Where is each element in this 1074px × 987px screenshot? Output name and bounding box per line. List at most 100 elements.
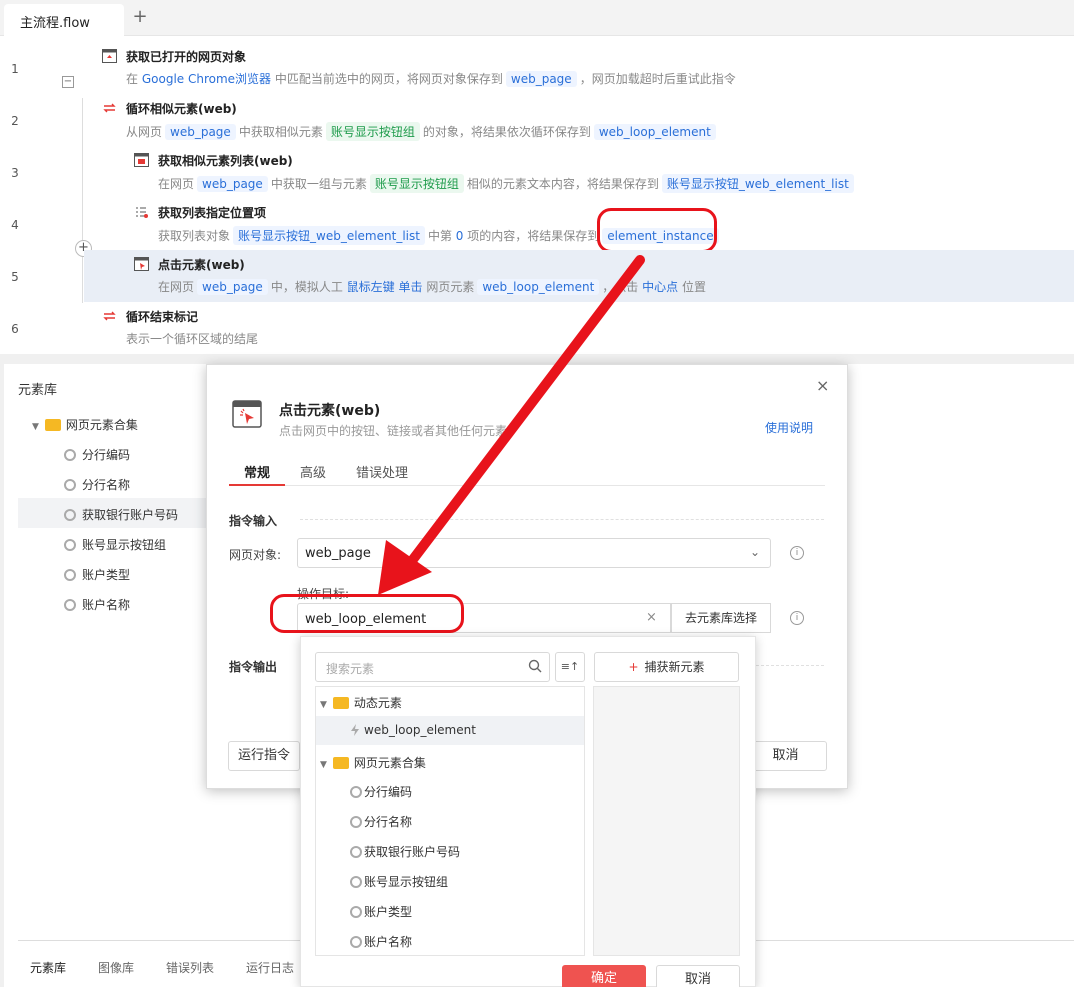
input-section-title: 指令输入 [229, 514, 278, 528]
step-desc: 在 Google Chrome浏览器 中匹配当前选中的网页，将网页对象保存到 we… [126, 71, 736, 87]
expand-icon: ▼ [320, 700, 327, 710]
web-object-label: 网页对象: [229, 548, 282, 562]
tab-main-flow[interactable]: 主流程.flow [4, 4, 124, 36]
add-tab-button[interactable]: + [130, 6, 150, 28]
tab-advanced[interactable]: 高级 [300, 462, 326, 481]
tree-item[interactable]: 账号显示按钮组 [64, 536, 166, 553]
element-icon [350, 876, 362, 888]
line-number: 3 [11, 166, 19, 180]
tab-error-list[interactable]: 错误列表 [166, 959, 214, 976]
tree-item[interactable]: 分行编码 [64, 446, 130, 463]
web-object-select[interactable]: web_page ⌄ [297, 538, 771, 568]
click-element-icon [232, 400, 262, 428]
tree-folder-dynamic[interactable]: ▼ 动态元素 [320, 694, 402, 711]
tree-item[interactable]: 分行名称 [350, 813, 412, 830]
click-element-icon [134, 257, 149, 271]
pick-from-library-button[interactable]: 去元素库选择 [671, 603, 771, 633]
tab-element-library[interactable]: 元素库 [30, 959, 66, 976]
tab-general[interactable]: 常规 [244, 462, 270, 481]
tree-folder-web-elements[interactable]: ▼ 网页元素合集 [32, 416, 138, 433]
element-icon [64, 479, 76, 491]
element-icon [350, 816, 362, 828]
dialog-subtitle: 点击网页中的按钮、链接或者其他任何元素 [279, 424, 508, 438]
tab-divider [229, 485, 825, 486]
flow-step-click-element[interactable]: 点击元素(web) 在网页 web_page 中，模拟人工 鼠标左键 单击 网页元素… [130, 248, 1010, 300]
step-title: 点击元素(web) [158, 258, 245, 272]
folder-icon [44, 419, 61, 431]
flow-step-loop-end[interactable]: 循环结束标记 表示一个循环区域的结尾 [98, 300, 998, 352]
list-icon [136, 207, 148, 218]
flow-step-loop-similar[interactable]: 循环相似元素(web) 从网页 web_page 中获取相似元素 账号显示按钮组 的对象… [98, 92, 998, 144]
line-number: 4 [11, 218, 19, 232]
help-link[interactable]: 使用说明 [765, 419, 813, 436]
flow-step-get-page[interactable]: 获取已打开的网页对象 在 Google Chrome浏览器 中匹配当前选中的网页… [98, 40, 998, 92]
line-number: 2 [11, 114, 19, 128]
tab-image-library[interactable]: 图像库 [98, 959, 134, 976]
tree-item[interactable]: 账户名称 [350, 933, 412, 950]
flow-step-get-list-item[interactable]: 获取列表指定位置项 获取列表对象 账号显示按钮_web_element_list 中… [130, 196, 1010, 248]
info-icon[interactable]: i [790, 611, 804, 625]
loop-guide-line [82, 98, 83, 303]
capture-new-element-button[interactable]: + 捕获新元素 [594, 652, 739, 682]
popup-cancel-button[interactable]: 取消 [656, 965, 740, 987]
sort-button[interactable]: ≡↑ [555, 652, 585, 682]
tree-item-dynamic[interactable]: web_loop_element [350, 723, 476, 737]
line-number: 5 [11, 270, 19, 284]
element-icon [64, 509, 76, 521]
browser-icon [102, 49, 117, 63]
element-icon [350, 906, 362, 918]
tab-run-log[interactable]: 运行日志 [246, 959, 294, 976]
clear-icon[interactable]: × [646, 610, 657, 625]
step-title: 循环结束标记 [126, 310, 199, 324]
highlight-circle-target [270, 594, 464, 633]
tree-folder-web-elements[interactable]: ▼ 网页元素合集 [320, 754, 426, 771]
element-icon [350, 846, 362, 858]
step-desc: 在网页 web_page 中获取一组与元素 账号显示按钮组 相似的元素文本内容，将结果保… [158, 174, 857, 193]
element-icon [64, 599, 76, 611]
step-desc: 表示一个循环区域的结尾 [126, 332, 259, 346]
expand-icon: ▼ [320, 760, 327, 770]
tree-item[interactable]: 账户名称 [64, 596, 130, 613]
element-preview [593, 686, 740, 956]
chevron-down-icon: ⌄ [749, 545, 760, 559]
highlight-circle-element-instance [597, 208, 717, 253]
expand-icon: ▼ [32, 422, 39, 432]
step-title: 获取相似元素列表(web) [158, 154, 293, 168]
tree-item[interactable]: 账户类型 [64, 566, 130, 583]
dynamic-element-icon [351, 724, 359, 736]
output-section-title: 指令输出 [229, 660, 278, 674]
element-icon [350, 936, 362, 948]
active-tab-underline [229, 484, 285, 486]
tab-error-handling[interactable]: 错误处理 [356, 462, 408, 481]
line-number: 6 [11, 322, 19, 336]
element-library-title: 元素库 [18, 383, 58, 398]
section-divider [300, 519, 824, 520]
collapse-loop-button[interactable]: − [62, 76, 74, 88]
info-icon[interactable]: i [790, 546, 804, 560]
tree-item[interactable]: 获取银行账户号码 [350, 843, 460, 860]
plus-icon: + [628, 660, 639, 674]
element-icon [350, 786, 362, 798]
step-desc: 在网页 web_page 中，模拟人工 鼠标左键 单击 网页元素 web_loop_e… [158, 279, 706, 295]
folder-icon [332, 757, 349, 769]
search-icon[interactable] [528, 659, 542, 673]
loop-icon [103, 103, 116, 113]
search-input[interactable]: 搜索元素 [315, 652, 550, 682]
tree-item[interactable]: 分行编码 [350, 783, 412, 800]
run-command-button[interactable]: 运行指令 [228, 741, 300, 771]
tree-item[interactable]: 账户类型 [350, 903, 412, 920]
step-title: 循环相似元素(web) [126, 102, 237, 116]
confirm-button[interactable]: 确定 [562, 965, 646, 987]
tree-item[interactable]: 获取银行账户号码 [64, 506, 178, 523]
tree-item[interactable]: 分行名称 [64, 476, 130, 493]
cancel-button[interactable]: 取消 [744, 741, 827, 771]
element-icon [64, 449, 76, 461]
flow-step-get-similar-list[interactable]: 获取相似元素列表(web) 在网页 web_page 中获取一组与元素 账号显示按钮组… [130, 144, 1010, 196]
close-icon[interactable]: × [816, 376, 829, 395]
step-desc: 从网页 web_page 中获取相似元素 账号显示按钮组 的对象，将结果依次循环保存到 w… [126, 122, 719, 141]
step-title: 获取已打开的网页对象 [126, 50, 247, 64]
folder-icon [332, 697, 349, 709]
loop-end-icon [103, 311, 116, 321]
tab-bar [0, 0, 1074, 36]
tree-item[interactable]: 账号显示按钮组 [350, 873, 448, 890]
